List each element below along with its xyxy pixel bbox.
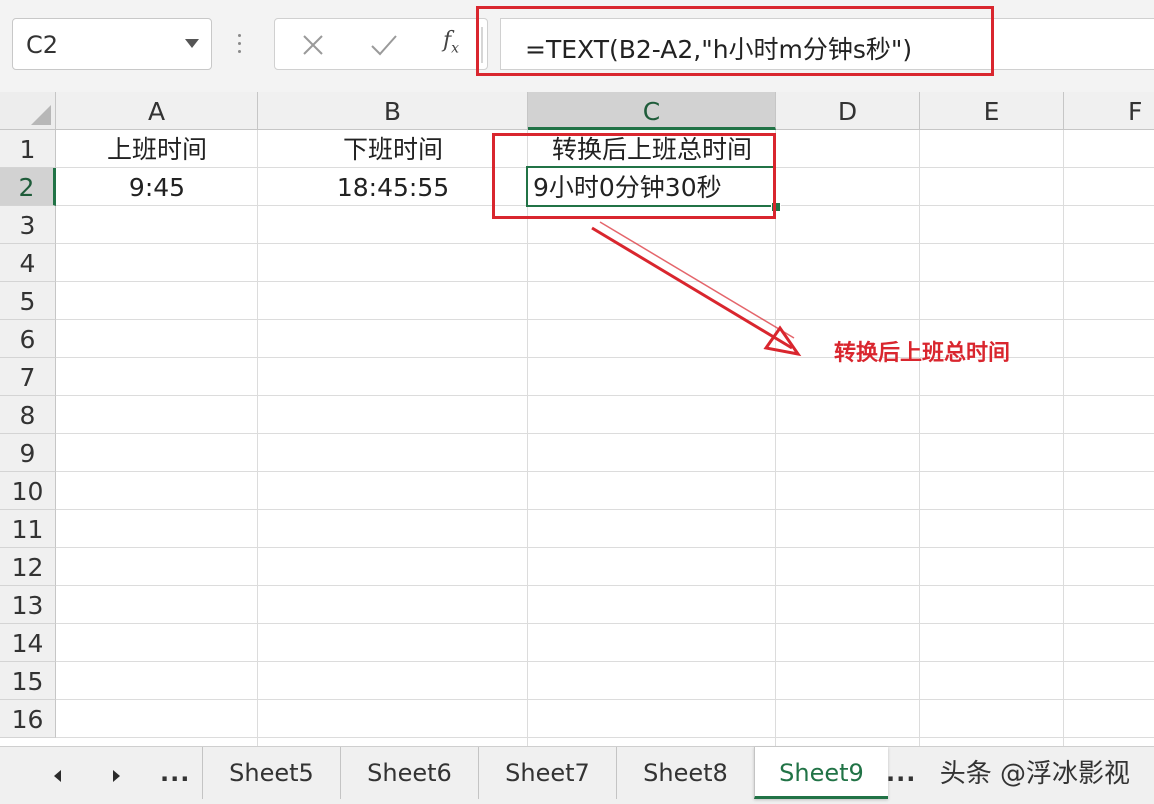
- name-box-value: C2: [26, 31, 59, 59]
- row-header-10[interactable]: 10: [0, 472, 56, 510]
- check-icon[interactable]: [369, 31, 399, 59]
- sheet-tab-sheet9[interactable]: Sheet9: [754, 747, 888, 799]
- drag-handle-icon[interactable]: [238, 34, 242, 54]
- column-header-d[interactable]: D: [776, 92, 920, 130]
- row-header-12[interactable]: 12: [0, 548, 56, 586]
- formula-bar-area: C2 fx =TEXT(B2-A2,"h小时m分钟s秒"): [0, 0, 1154, 92]
- row-header-9[interactable]: 9: [0, 434, 56, 472]
- column-header-c[interactable]: C: [528, 92, 776, 130]
- row-header-2[interactable]: 2: [0, 168, 56, 206]
- cell-b1[interactable]: 下班时间: [258, 131, 528, 169]
- row-header-15[interactable]: 15: [0, 662, 56, 700]
- insert-function-button[interactable]: fx: [443, 28, 475, 60]
- gridline: [257, 130, 258, 746]
- cell-b2[interactable]: 18:45:55: [258, 169, 528, 207]
- formula-input[interactable]: =TEXT(B2-A2,"h小时m分钟s秒"): [500, 18, 1154, 70]
- sheet-tab-sheet5[interactable]: Sheet5: [202, 747, 340, 799]
- name-box[interactable]: C2: [12, 18, 212, 70]
- select-all-triangle-icon: [31, 105, 51, 125]
- select-all-button[interactable]: [0, 92, 56, 130]
- scroll-left-icon[interactable]: [48, 766, 68, 786]
- row-header-7[interactable]: 7: [0, 358, 56, 396]
- sheet-tab-sheet6[interactable]: Sheet6: [340, 747, 478, 799]
- annotation-label: 转换后上班总时间: [834, 341, 1011, 366]
- fill-handle[interactable]: [771, 202, 781, 212]
- close-x-icon[interactable]: [299, 31, 327, 59]
- sheet-tab-sheet7[interactable]: Sheet7: [478, 747, 616, 799]
- row-header-16[interactable]: 16: [0, 700, 56, 738]
- column-header-b[interactable]: B: [258, 92, 528, 130]
- gridline: [1063, 130, 1064, 746]
- gridline: [527, 130, 528, 746]
- more-sheets-left-button[interactable]: ...: [160, 759, 190, 787]
- row-header-11[interactable]: 11: [0, 510, 56, 548]
- formula-text: =TEXT(B2-A2,"h小时m分钟s秒"): [525, 35, 913, 64]
- chevron-down-icon[interactable]: [185, 39, 199, 48]
- column-header-e[interactable]: E: [920, 92, 1064, 130]
- spreadsheet-grid: A B C D E F 1 2 3 4 5 6 7 8 9 10 11 12 1…: [0, 92, 1154, 746]
- row-header-5[interactable]: 5: [0, 282, 56, 320]
- cell-a1[interactable]: 上班时间: [56, 131, 258, 169]
- gridline: [919, 130, 920, 746]
- row-header-6[interactable]: 6: [0, 320, 56, 358]
- annotation-arrow-icon: [591, 221, 802, 357]
- scroll-right-icon[interactable]: [106, 766, 126, 786]
- more-sheets-right-button[interactable]: ...: [886, 759, 916, 787]
- cell-c1[interactable]: 转换后上班总时间: [528, 131, 776, 169]
- row-header-13[interactable]: 13: [0, 586, 56, 624]
- column-header-a[interactable]: A: [56, 92, 258, 130]
- cell-a2[interactable]: 9:45: [56, 169, 258, 207]
- divider: [481, 27, 483, 63]
- row-header-14[interactable]: 14: [0, 624, 56, 662]
- sheet-tab-bar: ... Sheet5 Sheet6 Sheet7 Sheet8 Sheet9 .…: [0, 746, 1154, 804]
- row-header-1[interactable]: 1: [0, 130, 56, 168]
- column-header-f[interactable]: F: [1064, 92, 1154, 130]
- row-header-3[interactable]: 3: [0, 206, 56, 244]
- row-header-4[interactable]: 4: [0, 244, 56, 282]
- watermark-text: 头条 @浮冰影视: [939, 759, 1130, 789]
- row-header-8[interactable]: 8: [0, 396, 56, 434]
- active-cell-border: [526, 166, 776, 207]
- sheet-tab-sheet8[interactable]: Sheet8: [616, 747, 754, 799]
- formula-buttons: fx: [274, 18, 488, 70]
